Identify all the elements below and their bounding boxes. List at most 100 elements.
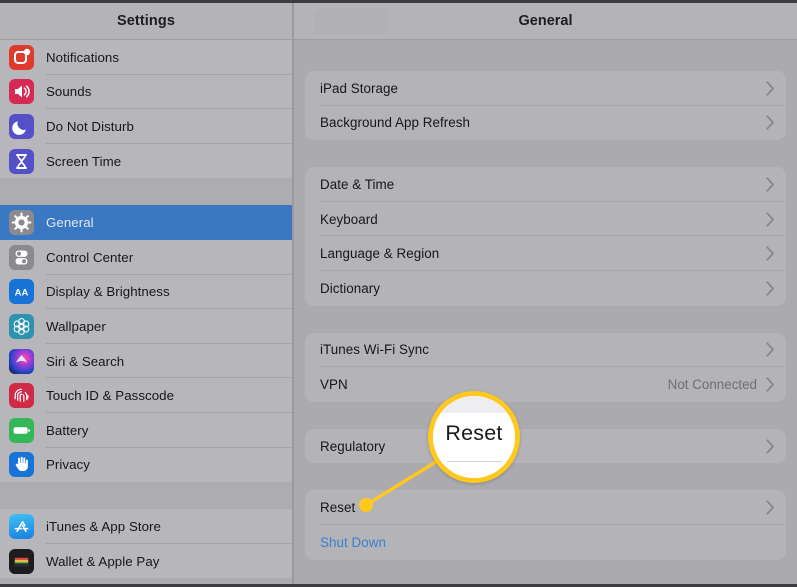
magnifier-callout: Reset	[428, 391, 520, 483]
chevron-right-icon	[766, 439, 775, 454]
sidebar-group-gap	[0, 482, 292, 509]
sidebar-item-control-center[interactable]: Control Center	[0, 240, 292, 275]
settings-row-date-time[interactable]: Date & Time	[305, 167, 786, 202]
chevron-right-icon	[766, 377, 775, 392]
settings-sidebar: Settings Notifications Sounds Do Not Distu…	[0, 3, 292, 584]
sidebar-item-screen-time[interactable]: Screen Time	[0, 144, 292, 179]
settings-row-regulatory[interactable]: Regulatory	[305, 429, 786, 464]
settings-group-card: Date & Time Keyboard Language & Region Dict…	[305, 167, 786, 305]
sidebar-item-do-not-disturb[interactable]: Do Not Disturb	[0, 109, 292, 144]
settings-row-value: Not Connected	[668, 377, 766, 392]
chevron-right-icon	[766, 115, 775, 130]
svg-text:AA: AA	[15, 288, 29, 299]
sidebar-header: Settings	[0, 3, 292, 40]
notifications-icon	[9, 45, 34, 70]
chevron-right-icon	[766, 246, 775, 261]
settings-row-background-app-refresh[interactable]: Background App Refresh	[305, 106, 786, 141]
wallpaper-icon	[9, 314, 34, 339]
settings-row-label: Regulatory	[320, 439, 385, 454]
sidebar-group: General Control Center AA Display & Brightn…	[0, 205, 292, 482]
settings-row-label: iTunes Wi-Fi Sync	[320, 342, 429, 357]
control-center-icon	[9, 245, 34, 270]
settings-row-label: Shut Down	[320, 535, 386, 550]
settings-row-label: iPad Storage	[320, 81, 398, 96]
settings-group-card: Regulatory	[305, 429, 786, 464]
display-brightness-icon: AA	[9, 279, 34, 304]
content-group-gap	[305, 463, 786, 490]
settings-group-card: Reset Shut Down	[305, 490, 786, 559]
sidebar-item-wallpaper[interactable]: Wallpaper	[0, 309, 292, 344]
sidebar-item-label: Battery	[46, 423, 88, 438]
settings-row-label: Background App Refresh	[320, 115, 470, 130]
settings-row-reset[interactable]: Reset	[305, 490, 786, 525]
sidebar-item-privacy[interactable]: Privacy	[0, 448, 292, 483]
sidebar-item-label: Screen Time	[46, 154, 121, 169]
sidebar-item-label: Control Center	[46, 250, 133, 265]
battery-icon	[9, 418, 34, 443]
magnifier-top-tint	[433, 396, 515, 413]
screen-time-icon	[9, 149, 34, 174]
settings-row-vpn[interactable]: VPN Not Connected	[305, 367, 786, 402]
sidebar-item-general[interactable]: General	[0, 205, 292, 240]
content-group-gap	[305, 402, 786, 429]
settings-row-label: Reset	[320, 500, 355, 515]
content-group-gap	[305, 140, 786, 167]
ipad-settings-screen: Settings Notifications Sounds Do Not Distu…	[0, 0, 797, 587]
sidebar-title: Settings	[117, 13, 175, 29]
settings-group-card: iTunes Wi-Fi Sync VPN Not Connected	[305, 333, 786, 402]
sidebar-item-label: Notifications	[46, 50, 119, 65]
back-button-ghost[interactable]	[314, 9, 388, 35]
settings-row-keyboard[interactable]: Keyboard	[305, 202, 786, 237]
settings-group-card: iPad Storage Background App Refresh	[305, 71, 786, 140]
touch-id-icon	[9, 383, 34, 408]
magnifier-label: Reset	[433, 421, 515, 446]
sounds-icon	[9, 79, 34, 104]
sidebar-item-label: Sounds	[46, 84, 91, 99]
settings-row-ipad-storage[interactable]: iPad Storage	[305, 71, 786, 106]
app-store-icon	[9, 514, 34, 539]
content-group-gap	[305, 306, 786, 333]
sidebar-item-sounds[interactable]: Sounds	[0, 75, 292, 110]
magnifier-row-separator	[447, 461, 501, 462]
settings-row-itunes-wi-fi-sync[interactable]: iTunes Wi-Fi Sync	[305, 333, 786, 368]
settings-row-label: Keyboard	[320, 212, 378, 227]
settings-row-language-region[interactable]: Language & Region	[305, 236, 786, 271]
privacy-hand-icon	[9, 452, 34, 477]
page-title: General	[519, 13, 573, 29]
sidebar-item-label: Wallet & Apple Pay	[46, 554, 160, 569]
sidebar-item-label: Wallpaper	[46, 319, 106, 334]
sidebar-group: iTunes & App Store Wallet & Apple Pay	[0, 509, 292, 578]
sidebar-item-label: Do Not Disturb	[46, 119, 134, 134]
sidebar-item-label: General	[46, 215, 94, 230]
settings-row-label: Language & Region	[320, 246, 439, 261]
sidebar-group: Notifications Sounds Do Not Disturb Screen …	[0, 40, 292, 178]
chevron-right-icon	[766, 81, 775, 96]
settings-scroll-area[interactable]: iPad Storage Background App Refresh Date &…	[294, 40, 797, 560]
wallet-icon	[9, 549, 34, 574]
settings-row-label: VPN	[320, 377, 348, 392]
siri-search-icon	[9, 349, 34, 374]
settings-row-label: Date & Time	[320, 177, 394, 192]
sidebar-group-gap	[0, 178, 292, 205]
content-header: General	[294, 3, 797, 40]
sidebar-item-display-brightness[interactable]: AA Display & Brightness	[0, 275, 292, 310]
magnifier-content: Reset	[433, 396, 515, 478]
do-not-disturb-icon	[9, 114, 34, 139]
sidebar-item-wallet-apple-pay[interactable]: Wallet & Apple Pay	[0, 544, 292, 579]
sidebar-item-siri-search[interactable]: Siri & Search	[0, 344, 292, 379]
sidebar-item-notifications[interactable]: Notifications	[0, 40, 292, 75]
chevron-right-icon	[766, 281, 775, 296]
sidebar-item-touch-id-passcode[interactable]: Touch ID & Passcode	[0, 378, 292, 413]
callout-target-dot	[359, 498, 373, 512]
settings-row-shut-down[interactable]: Shut Down	[305, 525, 786, 560]
sidebar-item-label: iTunes & App Store	[46, 519, 161, 534]
sidebar-item-itunes-app-store[interactable]: iTunes & App Store	[0, 509, 292, 544]
general-detail-pane: General iPad Storage Background App Refre…	[294, 3, 797, 584]
sidebar-item-label: Display & Brightness	[46, 284, 170, 299]
content-group-gap	[305, 40, 786, 71]
sidebar-item-label: Touch ID & Passcode	[46, 388, 174, 403]
sidebar-item-label: Privacy	[46, 457, 90, 472]
settings-row-dictionary[interactable]: Dictionary	[305, 271, 786, 306]
chevron-right-icon	[766, 212, 775, 227]
sidebar-item-battery[interactable]: Battery	[0, 413, 292, 448]
